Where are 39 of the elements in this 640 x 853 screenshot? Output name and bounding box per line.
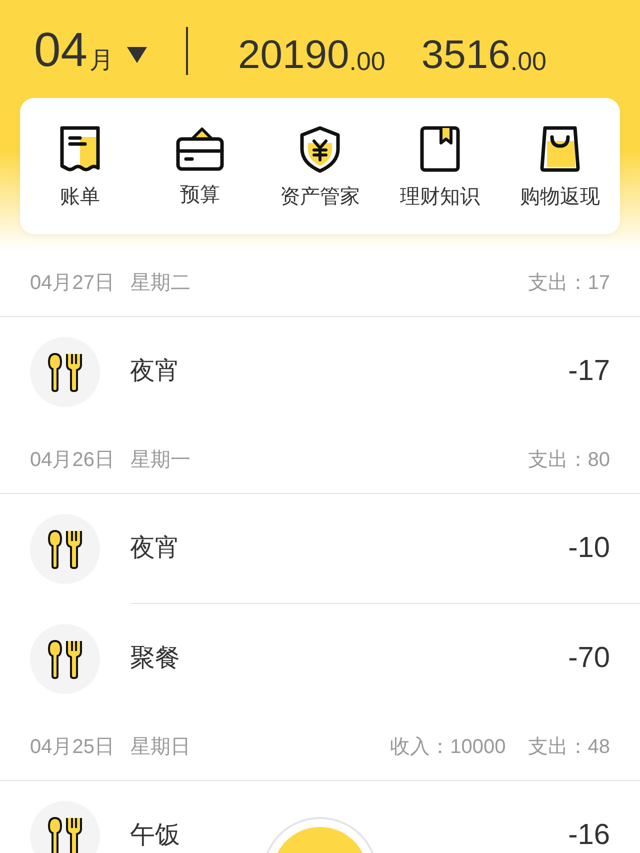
day-weekday: 星期日 <box>130 735 190 760</box>
day-date: 04月27日 <box>30 271 114 296</box>
entry-name: 聚餐 <box>130 643 180 674</box>
bag-icon[interactable] <box>539 125 581 173</box>
book-icon[interactable] <box>419 125 461 173</box>
day-total: 支出：48 <box>528 735 610 760</box>
entry-name: 午饭 <box>130 820 180 852</box>
spoon-fork-icon <box>46 352 84 392</box>
receipt-icon[interactable] <box>58 125 102 173</box>
day-weekday: 星期一 <box>130 448 190 473</box>
spoon-fork-icon <box>46 529 84 569</box>
entry-name: 夜宵 <box>130 532 180 564</box>
spoon-fork-icon <box>46 639 84 679</box>
month-unit[interactable]: 月 <box>89 49 114 73</box>
day-total: 支出：17 <box>528 271 610 296</box>
wallet-icon[interactable] <box>176 127 224 171</box>
day-date: 04月25日 <box>30 735 114 760</box>
shortcut-label[interactable]: 理财知识 <box>400 187 480 207</box>
day-total: 收入：10000 <box>390 735 506 760</box>
month-value[interactable]: 04 <box>34 27 88 75</box>
amount-value: 20190 <box>238 35 350 75</box>
amount-decimal: .00 <box>510 48 547 74</box>
day-date: 04月26日 <box>30 448 114 473</box>
entry-amount: -16 <box>568 818 610 853</box>
entry-amount: -10 <box>568 530 610 566</box>
entry-amount: -17 <box>568 354 610 390</box>
shortcut-label[interactable]: 购物返现 <box>520 187 600 207</box>
amount-decimal: .00 <box>349 48 386 74</box>
entry-name: 夜宵 <box>130 356 180 388</box>
entry-amount: -70 <box>568 641 610 676</box>
day-total: 支出：80 <box>528 448 610 473</box>
day-weekday: 星期二 <box>130 271 190 296</box>
spoon-fork-icon <box>46 816 84 853</box>
shortcut-label[interactable]: 资产管家 <box>280 187 360 207</box>
shortcut-label[interactable]: 预算 <box>180 185 220 205</box>
amount-value: 3516 <box>421 35 510 75</box>
shield-icon[interactable] <box>298 125 342 173</box>
dropdown-icon[interactable] <box>127 47 148 63</box>
shortcut-label[interactable]: 账单 <box>60 187 100 207</box>
